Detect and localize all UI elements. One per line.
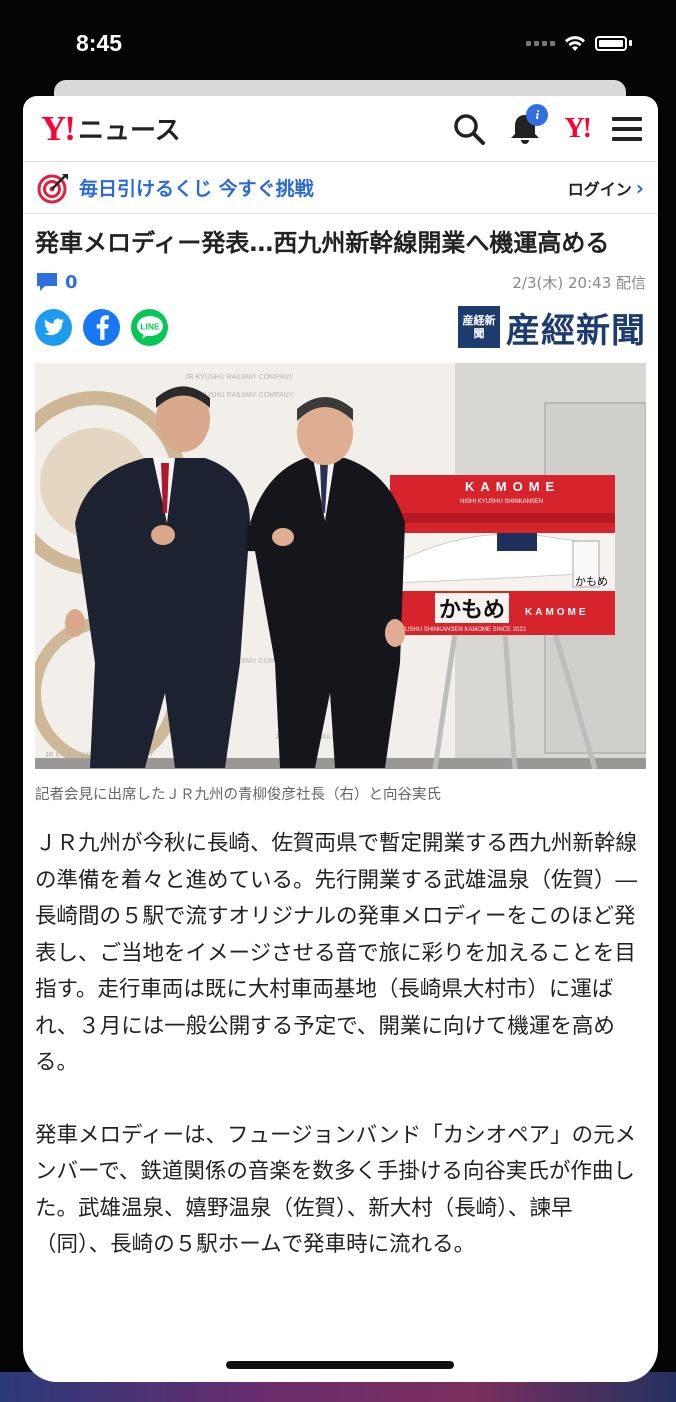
- line-share-button[interactable]: LINE: [131, 308, 168, 346]
- photo-illustration: JR KYUSHU RAILWAY COMPANY JR KYUSHU RAIL…: [35, 363, 646, 769]
- article-paragraph-1: ＪＲ九州が今秋に長崎、佐賀両県で暫定開業する西九州新幹線の準備を着々と進めている…: [35, 831, 638, 1075]
- twitter-share-button[interactable]: [35, 308, 72, 346]
- home-indicator[interactable]: [226, 1361, 454, 1369]
- hamburger-menu-icon[interactable]: [612, 116, 642, 142]
- kamome-poster: KAMOME NISHI KYUSHU SHINKANSEN かもめ かもめ K…: [390, 475, 615, 635]
- battery-icon: [595, 35, 627, 51]
- promo-text[interactable]: 毎日引けるくじ 今すぐ挑戦: [79, 174, 314, 201]
- share-row: LINE 産経新聞 産經新聞: [35, 303, 646, 352]
- login-link[interactable]: ログイン ›: [568, 176, 644, 200]
- comment-count: 0: [65, 271, 78, 293]
- publish-date: 2/3(木) 20:43 配信: [512, 273, 646, 292]
- article-paragraph-2: 発車メロディーは、フュージョンバンド「カシオペア」の元メンバーで、鉄道関係の音楽…: [35, 1122, 637, 1258]
- promo-banner[interactable]: 毎日引けるくじ 今すぐ挑戦 ログイン ›: [23, 162, 658, 214]
- wifi-icon: [565, 36, 585, 51]
- status-icons: [526, 34, 632, 52]
- header-actions: i Y!: [452, 103, 642, 146]
- twitter-icon: [43, 318, 64, 335]
- target-icon: [37, 173, 68, 203]
- comment-icon: [37, 273, 57, 291]
- site-logo-text[interactable]: ニュース: [78, 110, 181, 147]
- poster-title: KAMOME: [465, 479, 560, 494]
- poster-kana-small: かもめ: [575, 575, 608, 588]
- backdrop-text-1: JR KYUSHU RAILWAY COMPANY: [185, 374, 294, 381]
- article-title: 発車メロディー発表…西九州新幹線開業へ機運高める: [35, 229, 610, 257]
- yahoo-japan-icon[interactable]: Y!: [564, 113, 592, 145]
- search-icon[interactable]: [452, 112, 486, 146]
- chevron-right-icon: ›: [635, 175, 644, 200]
- login-label: ログイン: [567, 179, 632, 199]
- article-photo[interactable]: JR KYUSHU RAILWAY COMPANY JR KYUSHU RAIL…: [35, 363, 646, 769]
- notification-badge: i: [526, 103, 549, 126]
- facebook-share-button[interactable]: [83, 308, 120, 346]
- status-time: 8:45: [76, 30, 123, 56]
- yahoo-logo-mark[interactable]: Y!: [41, 109, 76, 149]
- cellular-signal-icon: [526, 40, 555, 46]
- photo-caption: 記者会見に出席したＪＲ九州の青柳俊彦社長（右）と向谷実氏: [35, 787, 441, 803]
- site-header: Y! ニュース i Y!: [23, 96, 658, 162]
- poster-kana: かもめ: [439, 597, 505, 623]
- publisher-name: 産經新聞: [506, 310, 646, 351]
- article: 発車メロディー発表…西九州新幹線開業へ機運高める 0 2/3(木) 20:43 …: [23, 214, 658, 1264]
- publisher-seal: 産経新聞: [458, 306, 500, 348]
- article-meta: 0 2/3(木) 20:43 配信: [35, 271, 646, 293]
- poster-title-2: KAMOME: [525, 607, 589, 618]
- comment-link[interactable]: 0: [35, 271, 78, 293]
- poster-footer: KYUSHU SHINKANSEN KAMOME SINCE 2022: [397, 627, 527, 633]
- battery-tip: [629, 40, 632, 46]
- notification-button[interactable]: i: [508, 103, 549, 146]
- svg-text:LINE: LINE: [140, 322, 160, 332]
- article-sheet[interactable]: Y! ニュース i Y! 毎日引けるくじ 今すぐ挑戦 ログイン › 発車メロディ…: [23, 96, 658, 1382]
- facebook-icon: [96, 315, 109, 340]
- line-icon: LINE: [136, 316, 163, 339]
- article-body: ＪＲ九州が今秋に長崎、佐賀両県で暫定開業する西九州新幹線の準備を着々と進めている…: [35, 826, 646, 1264]
- poster-subtitle: NISHI KYUSHU SHINKANSEN: [460, 499, 543, 505]
- publisher-logo[interactable]: 産経新聞 産經新聞: [458, 303, 646, 352]
